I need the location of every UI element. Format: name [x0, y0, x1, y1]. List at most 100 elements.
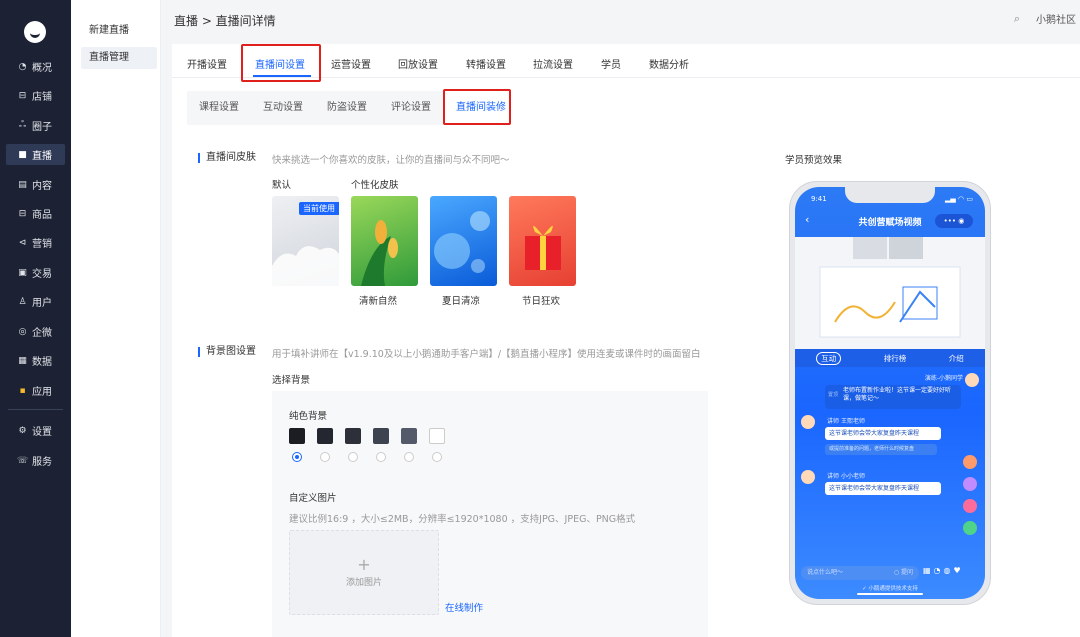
current-use-badge: 当前使用 — [299, 202, 339, 215]
sidebar-item-circle[interactable]: ஃ 圈子 — [6, 115, 65, 136]
sidebar-item-trade[interactable]: ▣ 交易 — [6, 262, 65, 283]
tab-students[interactable]: 学员 — [601, 56, 621, 71]
preview-tab-bar: 互动 排行榜 介绍 — [795, 349, 985, 367]
msg2-bubble: 这节课老师会带大家复盘昨天课程 — [825, 427, 941, 440]
custom-skin-label: 个性化皮肤 — [351, 180, 399, 191]
skin-name-summer: 夏日清凉 — [442, 296, 481, 307]
subtab-comments[interactable]: 评论设置 — [379, 91, 443, 125]
sidebar-item-service[interactable]: ☏ 服务 — [6, 450, 65, 471]
msg1-name: 演练-小鹅同学 — [924, 375, 963, 382]
background-hint: 用于填补讲师在【v1.9.10及以上小鹅通助手客户端】/【鹅直播小程序】使用连麦… — [272, 349, 701, 360]
sub-navigation: 新建直播 直播管理 — [71, 0, 161, 637]
data-icon: ▦ — [18, 355, 27, 366]
tab-start-settings[interactable]: 开播设置 — [187, 56, 227, 71]
msg2-sub: 或提前准备的问题，老师什么时候复盘 — [825, 444, 937, 455]
shop-icon: ⊟ — [18, 90, 27, 101]
sidebar-item-label: 用户 — [32, 298, 52, 309]
tab-operation-settings[interactable]: 运营设置 — [331, 56, 371, 71]
sidebar-item-label: 服务 — [32, 457, 52, 468]
tab-pull-settings[interactable]: 拉流设置 — [533, 56, 573, 71]
toolbar-icons[interactable]: ▦◔◍♥ — [923, 566, 964, 575]
chat-input[interactable]: 说点什么吧～ ○ 提问 — [801, 566, 919, 580]
sidebar-item-label: 应用 — [32, 387, 52, 398]
skin-festival-thumb[interactable] — [509, 196, 576, 286]
skin-default-thumb[interactable]: 当前使用 — [272, 196, 339, 286]
avatar — [801, 415, 815, 429]
video-area — [795, 237, 985, 349]
chart-icon: ◔ — [18, 61, 27, 72]
msg2-tag: 讲师 — [827, 418, 840, 425]
sidebar-item-apps[interactable]: ▪ 应用 — [6, 380, 65, 401]
tab-analytics[interactable]: 数据分析 — [649, 56, 689, 71]
search-icon[interactable]: ⌕ — [1014, 12, 1020, 26]
highlight-box — [443, 89, 511, 125]
solid-background-label: 纯色背景 — [289, 411, 328, 422]
highlight-box — [241, 44, 321, 82]
subnav-new-live[interactable]: 新建直播 — [81, 20, 157, 42]
color-swatch[interactable] — [289, 428, 305, 444]
sidebar-item-users[interactable]: ♙ 用户 — [6, 291, 65, 312]
status-icons: ▂▄ ◠ ▭ — [945, 195, 973, 203]
marketing-icon: ⊲ — [18, 237, 27, 248]
subtab-antitheft[interactable]: 防盗设置 — [315, 91, 379, 125]
subtab-course[interactable]: 课程设置 — [187, 91, 251, 125]
float-user-icon — [963, 455, 977, 469]
circle-icon: ஃ — [18, 120, 27, 130]
color-radio[interactable] — [320, 452, 330, 462]
skin-name-festival: 节日狂欢 — [522, 296, 561, 307]
sidebar-item-data[interactable]: ▦ 数据 — [6, 350, 65, 371]
upload-image-area[interactable]: + 添加图片 — [289, 530, 439, 615]
logo-icon — [24, 21, 46, 43]
avatar — [801, 470, 815, 484]
sidebar-item-shop[interactable]: ⊟ 店铺 — [6, 85, 65, 106]
sidebar-item-marketing[interactable]: ⊲ 营销 — [6, 232, 65, 253]
color-radio[interactable] — [292, 452, 302, 462]
preview-tab-intro[interactable]: 介绍 — [949, 353, 964, 364]
skin-summer-thumb[interactable] — [430, 196, 497, 286]
sidebar-item-settings[interactable]: ⚙ 设置 — [6, 420, 65, 441]
gift-icon — [525, 225, 561, 270]
color-radio[interactable] — [432, 452, 442, 462]
float-user-icon — [963, 499, 977, 513]
ask-button[interactable]: ○ 提问 — [894, 566, 913, 580]
color-swatch[interactable] — [345, 428, 361, 444]
skin-fresh-thumb[interactable] — [351, 196, 418, 286]
tulip-icon — [361, 220, 398, 286]
sidebar-item-label: 直播 — [32, 151, 52, 162]
subnav-live-manage[interactable]: 直播管理 — [81, 47, 157, 69]
color-swatch[interactable] — [373, 428, 389, 444]
service-icon: ☏ — [17, 455, 29, 466]
sidebar-item-overview[interactable]: ◔ 概况 — [6, 56, 65, 77]
color-radio[interactable] — [404, 452, 414, 462]
msg1-text: 老师布置新作业啦！这节课一定要好好听课，做笔记～ — [843, 387, 952, 402]
sidebar-item-wecom[interactable]: ◎ 企微 — [6, 321, 65, 342]
sidebar-item-label: 店铺 — [32, 92, 52, 103]
color-radio[interactable] — [348, 452, 358, 462]
preview-tab-interact[interactable]: 互动 — [816, 351, 842, 365]
more-icon[interactable]: ••• ◉ — [935, 214, 973, 228]
sidebar-item-label: 设置 — [32, 427, 52, 438]
tab-relay-settings[interactable]: 转播设置 — [466, 56, 506, 71]
subtab-interaction[interactable]: 互动设置 — [251, 91, 315, 125]
phone-preview: 9:41 ▂▄ ◠ ▭ ‹ 共创营赋场视频 ••• ◉ 互动 排行榜 介绍 演练… — [789, 181, 991, 605]
select-background-label: 选择背景 — [272, 375, 311, 386]
color-swatch[interactable] — [401, 428, 417, 444]
sidebar-item-label: 圈子 — [32, 122, 52, 133]
sidebar-item-label: 数据 — [32, 357, 52, 368]
sidebar-item-live[interactable]: ■ 直播 — [6, 144, 65, 165]
online-make-link[interactable]: 在线制作 — [445, 600, 483, 614]
phone-notch — [845, 187, 935, 203]
skin-section-title: 直播间皮肤 — [198, 153, 256, 163]
msg2-name-text: 王熙老师 — [840, 418, 865, 425]
sidebar-item-content[interactable]: ▤ 内容 — [6, 174, 65, 195]
preview-tab-rank[interactable]: 排行榜 — [884, 353, 907, 364]
msg2-name: 讲师 王熙老师 — [827, 416, 865, 425]
color-swatch[interactable] — [317, 428, 333, 444]
tab-replay-settings[interactable]: 回放设置 — [398, 56, 438, 71]
color-radio[interactable] — [376, 452, 386, 462]
color-swatch[interactable] — [429, 428, 445, 444]
msg1-tag: 置顶 — [828, 392, 839, 398]
shop-name[interactable]: 小鹅社区 — [1036, 11, 1076, 26]
live-icon: ■ — [18, 149, 27, 160]
sidebar-item-goods[interactable]: ⊟ 商品 — [6, 203, 65, 224]
